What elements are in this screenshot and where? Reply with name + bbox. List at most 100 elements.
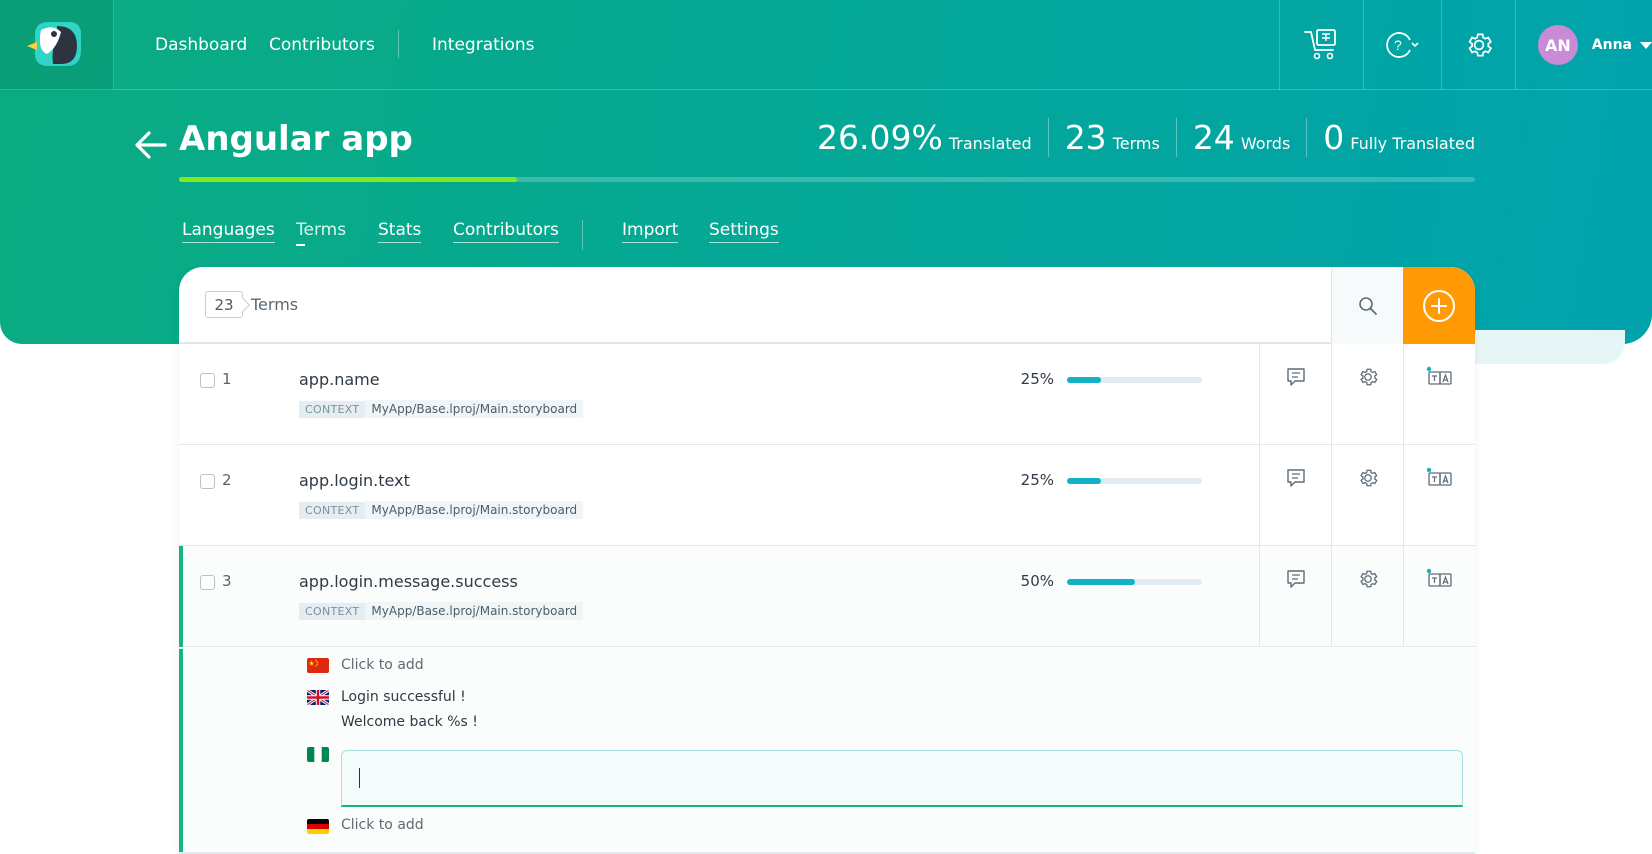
chevron-down-icon [1640, 41, 1652, 49]
term-progress-fill [1067, 478, 1101, 484]
stat-terms-label: Terms [1112, 134, 1160, 153]
term-number: 1 [222, 370, 232, 388]
stat-fully-translated: 0 Fully Translated [1306, 118, 1475, 157]
translate-icon [1426, 568, 1452, 587]
click-to-add-chinese[interactable]: Click to add [341, 657, 424, 673]
term-name[interactable]: app.login.text [299, 471, 410, 490]
term-percent: 25% [1020, 370, 1054, 388]
user-menu[interactable]: AN Anna [1515, 0, 1652, 90]
germany-flag-icon [307, 819, 329, 834]
nav-dashboard[interactable]: Dashboard [155, 35, 247, 55]
tab-terms[interactable]: Terms [296, 220, 346, 246]
term-progress-fill [1067, 377, 1101, 383]
term-name[interactable]: app.login.message.success [299, 572, 518, 591]
terms-header: 23 Terms [179, 267, 1475, 344]
term-progress-bar [1067, 579, 1202, 585]
search-button[interactable] [1331, 267, 1403, 344]
term-checkbox[interactable] [200, 474, 215, 489]
term-percent: 50% [1020, 572, 1054, 590]
stat-translated: 26.09% Translated [801, 118, 1048, 157]
translations-panel: Click to add Login successful ! Welcome … [179, 649, 1475, 854]
search-icon [1358, 296, 1377, 315]
nav-separator [398, 30, 399, 58]
cart-button[interactable] [1279, 0, 1363, 90]
terms-count-label: Terms [251, 295, 299, 314]
context-path: MyApp/Base.lproj/Main.storyboard [365, 400, 584, 418]
context-path: MyApp/Base.lproj/Main.storyboard [365, 602, 584, 620]
term-settings-button[interactable] [1331, 344, 1403, 445]
context-tag: CONTEXT [299, 400, 366, 418]
english-translation-line-1[interactable]: Login successful ! [341, 689, 466, 705]
translate-button[interactable] [1403, 546, 1475, 647]
back-arrow-icon[interactable] [134, 128, 168, 162]
term-row[interactable]: 2 app.login.text CONTEXT MyApp/Base.lpro… [179, 445, 1475, 546]
term-context: CONTEXT MyApp/Base.lproj/Main.storyboard [299, 501, 584, 519]
tab-contributors[interactable]: Contributors [453, 220, 559, 243]
nigeria-flag-icon [307, 747, 329, 762]
project-progress-fill [179, 177, 518, 182]
project-title: Angular app [179, 119, 413, 159]
term-number: 3 [222, 572, 232, 590]
help-button[interactable]: ? [1363, 0, 1441, 90]
nav-contributors[interactable]: Contributors [269, 35, 375, 55]
context-tag: CONTEXT [299, 602, 366, 620]
term-name[interactable]: app.name [299, 370, 380, 389]
stat-words-value: 24 [1192, 118, 1235, 157]
plus-circle-icon [1423, 289, 1455, 322]
project-stats: 26.09% Translated 23 Terms 24 Words 0 Fu… [801, 118, 1475, 157]
terms-card: 23 Terms 1 app.name CONTEXT MyApp/Base.l… [179, 267, 1475, 854]
stat-terms: 23 Terms [1047, 118, 1176, 157]
terms-count-badge: 23 [205, 291, 243, 318]
term-row-selected[interactable]: 3 app.login.message.success CONTEXT MyAp… [179, 546, 1475, 647]
stat-words-label: Words [1240, 134, 1291, 153]
translation-input[interactable] [341, 750, 1463, 807]
user-name: Anna [1591, 37, 1632, 53]
tab-settings[interactable]: Settings [709, 220, 779, 243]
context-path: MyApp/Base.lproj/Main.storyboard [365, 501, 584, 519]
nav-integrations[interactable]: Integrations [432, 35, 535, 55]
comment-button[interactable] [1259, 546, 1331, 647]
china-flag-icon [307, 658, 329, 673]
stat-fully-label: Fully Translated [1350, 134, 1475, 153]
english-translation-line-2[interactable]: Welcome back %s ! [341, 714, 478, 730]
gear-icon [1359, 469, 1378, 487]
term-checkbox[interactable] [200, 575, 215, 590]
tabs-separator [582, 220, 583, 250]
comment-icon [1286, 368, 1305, 386]
tab-languages[interactable]: Languages [182, 220, 275, 243]
parrot-logo-icon [27, 22, 81, 66]
comment-button[interactable] [1259, 445, 1331, 546]
stat-terms-value: 23 [1064, 118, 1107, 157]
stat-words: 24 Words [1175, 118, 1306, 157]
context-tag: CONTEXT [299, 501, 366, 519]
tab-import[interactable]: Import [622, 220, 679, 243]
settings-button[interactable] [1441, 0, 1515, 90]
text-cursor [359, 768, 360, 788]
term-context: CONTEXT MyApp/Base.lproj/Main.storyboard [299, 400, 584, 418]
translate-button[interactable] [1403, 344, 1475, 445]
gear-icon [1467, 33, 1492, 57]
stat-fully-value: 0 [1323, 118, 1345, 157]
comment-icon [1286, 469, 1305, 487]
tab-stats[interactable]: Stats [378, 220, 422, 243]
help-icon: ? [1385, 32, 1419, 58]
term-row[interactable]: 1 app.name CONTEXT MyApp/Base.lproj/Main… [179, 344, 1475, 445]
cart-icon [1303, 29, 1336, 60]
add-term-button[interactable] [1403, 267, 1475, 344]
click-to-add-german[interactable]: Click to add [341, 817, 424, 833]
term-checkbox[interactable] [200, 373, 215, 388]
term-progress-fill [1067, 579, 1135, 585]
translate-icon [1426, 467, 1452, 486]
logo-box[interactable] [0, 0, 114, 90]
term-settings-button[interactable] [1331, 445, 1403, 546]
stat-translated-value: 26.09% [817, 118, 943, 157]
translate-button[interactable] [1403, 445, 1475, 546]
project-progress-bar [179, 177, 1475, 182]
top-bar: Dashboard Contributors Integrations ? AN… [0, 0, 1652, 90]
comment-button[interactable] [1259, 344, 1331, 445]
uk-flag-icon [307, 690, 329, 705]
avatar: AN [1538, 25, 1578, 65]
term-progress-bar [1067, 377, 1202, 383]
term-settings-button[interactable] [1331, 546, 1403, 647]
gear-icon [1359, 368, 1378, 386]
